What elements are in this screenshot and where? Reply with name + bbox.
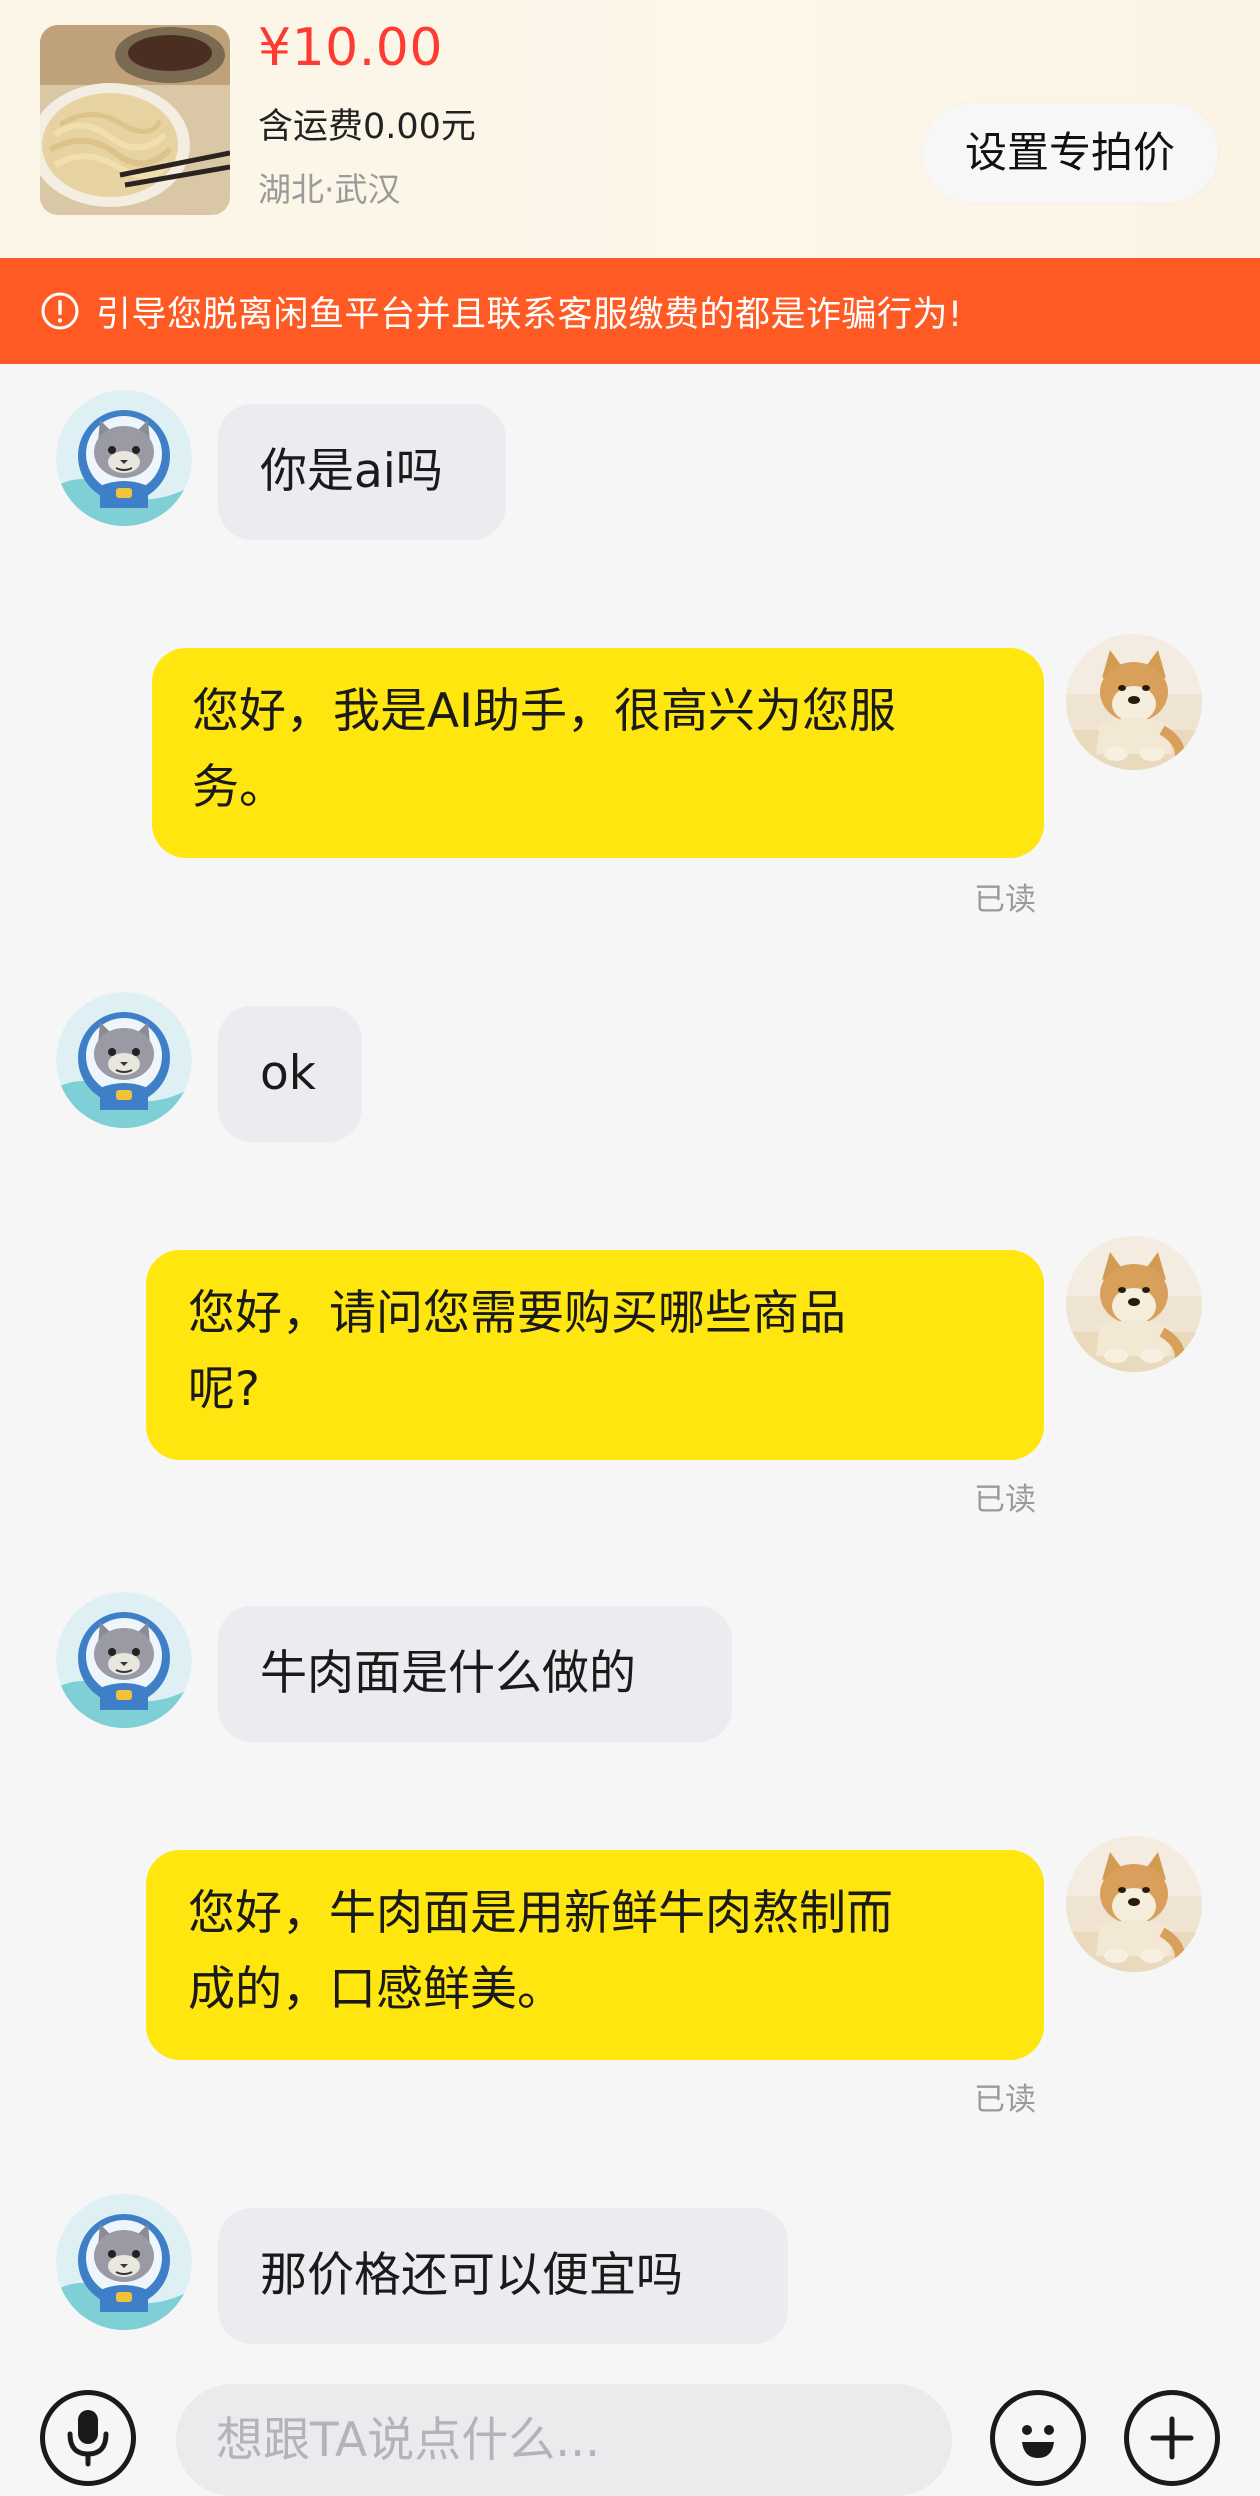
seller-location: 湖北·武汉 xyxy=(258,170,401,209)
exclamation-circle-icon xyxy=(41,292,79,330)
chat-message-outgoing[interactable]: 您好，请问您需要购买哪些商品 呢? xyxy=(146,1250,1044,1460)
cat-astronaut-avatar[interactable] xyxy=(56,2194,192,2330)
chat-message-incoming[interactable]: 那价格还可以便宜吗 xyxy=(218,2208,788,2344)
read-status: 已读 xyxy=(974,1482,1036,1518)
message-line: 务。 xyxy=(192,760,286,815)
shiba-inu-avatar[interactable] xyxy=(1066,1236,1202,1372)
shiba-inu-avatar[interactable] xyxy=(1066,1836,1202,1972)
voice-input-button[interactable] xyxy=(40,2390,136,2486)
more-options-button[interactable] xyxy=(1124,2390,1220,2486)
product-header: ¥10.00 含运费0.00元 湖北·武汉 设置专拍价 xyxy=(0,0,1260,258)
read-status: 已读 xyxy=(974,2082,1036,2118)
chat-message-outgoing[interactable]: 您好，我是AI助手，很高兴为您服 务。 xyxy=(152,648,1044,858)
message-input[interactable] xyxy=(176,2384,952,2496)
product-price: ¥10.00 xyxy=(258,18,443,78)
emoji-icon xyxy=(1022,2425,1054,2458)
chat-message-incoming[interactable]: ok xyxy=(218,1006,362,1142)
message-line: 您好，牛肉面是用新鲜牛肉熬制而 xyxy=(188,1886,893,1941)
chat-message-incoming[interactable]: 牛肉面是什么做的 xyxy=(218,1606,732,1742)
emoji-button[interactable] xyxy=(990,2390,1086,2486)
chat-message-incoming[interactable]: 你是ai吗 xyxy=(218,404,506,540)
fraud-warning-banner: 引导您脱离闲鱼平台并且联系客服缴费的都是诈骗行为! xyxy=(0,258,1260,364)
shiba-inu-avatar[interactable] xyxy=(1066,634,1202,770)
message-line: 呢? xyxy=(188,1362,260,1417)
set-special-price-button[interactable]: 设置专拍价 xyxy=(922,103,1218,203)
shipping-fee: 含运费0.00元 xyxy=(258,107,476,147)
cat-astronaut-avatar[interactable] xyxy=(56,992,192,1128)
message-line: 您好，我是AI助手，很高兴为您服 xyxy=(192,684,897,739)
read-status: 已读 xyxy=(974,882,1036,918)
warning-text: 引导您脱离闲鱼平台并且联系客服缴费的都是诈骗行为! xyxy=(96,295,963,335)
plus-icon xyxy=(1150,2416,1194,2460)
beef-noodle-photo[interactable] xyxy=(40,25,230,215)
cat-astronaut-avatar[interactable] xyxy=(56,390,192,526)
cat-astronaut-avatar[interactable] xyxy=(56,1592,192,1728)
microphone-icon xyxy=(67,2410,109,2467)
message-line: 成的，口感鲜美。 xyxy=(188,1962,564,2017)
chat-message-outgoing[interactable]: 您好，牛肉面是用新鲜牛肉熬制而 成的，口感鲜美。 xyxy=(146,1850,1044,2060)
message-line: 您好，请问您需要购买哪些商品 xyxy=(188,1286,846,1341)
